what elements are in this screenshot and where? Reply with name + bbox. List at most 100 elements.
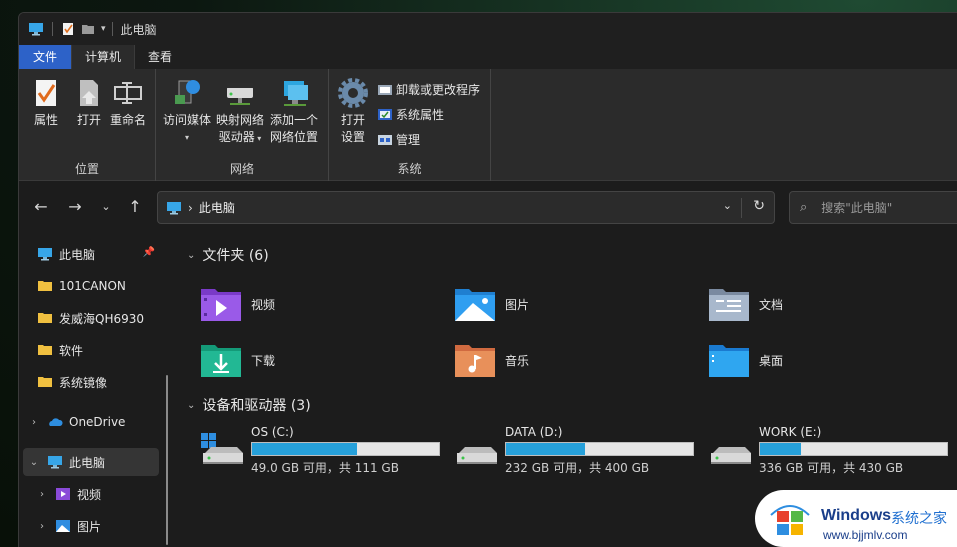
open-settings-button[interactable]: 打开 设置 [337, 77, 369, 146]
new-folder-quick-icon[interactable] [81, 22, 95, 36]
expand-chevron-icon[interactable]: › [35, 521, 49, 532]
folder-desktop[interactable]: 桌面 [707, 341, 783, 379]
sidebar-item-101canon[interactable]: 101CANON [37, 272, 159, 300]
windows-logo-icon [770, 505, 810, 535]
ribbon: 属性 打开 重命名 位置 访问媒体 ▾ 映射网络 驱动器 ▾ 添加一个 网络位置… [19, 69, 957, 181]
ribbon-group-label: 网络 [229, 162, 254, 176]
recent-locations-chevron-icon[interactable]: ⌄ [96, 197, 116, 217]
drive-c[interactable]: OS (C:) 49.0 GB 可用，共 111 GB [201, 425, 446, 475]
drive-free-space: 336 GB 可用，共 430 GB [759, 461, 904, 475]
music-folder-icon [455, 345, 495, 377]
navigation-pane: 此电脑 📌 101CANON 发威海QH6930 软件 系统镜像 › OneDr… [19, 233, 169, 547]
drive-usage-fill [252, 443, 357, 455]
ribbon-group-system: 打开 设置 卸载或更改程序 系统属性 管理 系统 [329, 69, 491, 181]
folder-music[interactable]: 音乐 [453, 341, 529, 379]
rename-button[interactable]: 重命名 [110, 77, 146, 129]
search-input[interactable] [821, 200, 942, 215]
breadcrumb-this-pc[interactable]: 此电脑 [199, 199, 235, 216]
expand-chevron-icon[interactable]: › [35, 489, 49, 500]
window-title: 此电脑 [120, 22, 157, 37]
sidebar-scrollbar[interactable] [166, 375, 168, 545]
sidebar-item-this-pc[interactable]: ⌄ 此电脑 [23, 448, 159, 476]
tab-computer[interactable]: 计算机 [71, 45, 136, 69]
file-explorer-window: ▾ 此电脑 文件 计算机 查看 属性 打开 重命名 位置 访问媒体 ▾ 映射网络… [18, 12, 957, 547]
network-location-icon [284, 81, 308, 106]
folder-icon [38, 345, 52, 355]
ribbon-group-label: 系统 [397, 162, 422, 176]
collapse-chevron-icon[interactable]: ⌄ [187, 400, 195, 411]
manage-button[interactable]: 管理 [377, 131, 420, 148]
sidebar-item-folder[interactable]: 发威海QH6930 [37, 304, 159, 332]
drive-usage-bar [251, 442, 440, 456]
dropdown-caret-icon: ▾ [254, 134, 262, 143]
rename-icon [114, 82, 142, 104]
ribbon-group-location: 属性 打开 重命名 位置 [19, 69, 156, 181]
drive-name: OS (C:) [251, 425, 294, 439]
folders-section-header[interactable]: ⌄ 文件夹 (6) [187, 245, 269, 265]
forward-arrow-icon[interactable]: → [65, 197, 85, 217]
sidebar-item-videos[interactable]: › 视频 [35, 480, 159, 508]
drive-free-space: 49.0 GB 可用，共 111 GB [251, 461, 399, 475]
properties-quick-icon[interactable] [61, 22, 75, 36]
customize-quick-access-icon[interactable]: ▾ [101, 24, 106, 34]
open-button[interactable]: 打开 [73, 77, 105, 129]
watermark-site: 系统之家 [891, 511, 947, 527]
tab-file[interactable]: 文件 [19, 45, 72, 69]
folder-downloads[interactable]: 下载 [199, 341, 275, 379]
search-box[interactable]: ⌕ [789, 191, 957, 224]
folder-icon [38, 377, 52, 387]
title-divider [52, 22, 53, 36]
navigation-bar: ← → ⌄ ↑ › 此电脑 ⌄ ↻ ⌕ [19, 181, 957, 233]
folder-videos[interactable]: 视频 [199, 285, 275, 323]
collapse-chevron-icon[interactable]: ⌄ [27, 457, 41, 468]
address-bar[interactable]: › 此电脑 ⌄ ↻ [157, 191, 775, 224]
address-dropdown-icon[interactable]: ⌄ [723, 199, 732, 212]
expand-chevron-icon[interactable]: › [27, 417, 41, 428]
downloads-folder-icon [201, 345, 241, 377]
hard-drive-icon [711, 447, 751, 464]
ribbon-group-label: 位置 [74, 162, 99, 176]
desktop-folder-icon [709, 345, 749, 377]
system-properties-button[interactable]: 系统属性 [377, 106, 444, 123]
drives-section-header[interactable]: ⌄ 设备和驱动器 (3) [187, 395, 311, 415]
video-folder-icon [56, 488, 70, 500]
media-server-icon [175, 80, 200, 104]
access-media-button[interactable]: 访问媒体 ▾ [163, 77, 211, 146]
folder-pictures[interactable]: 图片 [453, 285, 529, 323]
folder-icon [38, 281, 52, 291]
this-pc-icon [29, 23, 43, 36]
collapse-chevron-icon[interactable]: ⌄ [187, 250, 195, 261]
sidebar-item-system-images[interactable]: 系统镜像 [37, 368, 159, 396]
add-network-location-button[interactable]: 添加一个 网络位置 [270, 77, 318, 146]
uninstall-programs-button[interactable]: 卸载或更改程序 [377, 81, 480, 98]
sidebar-item-onedrive[interactable]: › OneDrive [27, 408, 159, 436]
watermark-brand: Windows [821, 507, 892, 524]
folder-documents[interactable]: 文档 [707, 285, 783, 323]
watermark-url: www.bjjmlv.com [823, 528, 908, 542]
tab-view[interactable]: 查看 [135, 45, 185, 69]
title-bar: ▾ 此电脑 [19, 13, 957, 45]
dropdown-caret-icon: ▾ [185, 133, 190, 142]
drive-usage-bar [759, 442, 948, 456]
back-arrow-icon[interactable]: ← [31, 197, 51, 217]
drive-usage-fill [760, 443, 802, 455]
sidebar-item-software[interactable]: 软件 [37, 336, 159, 364]
drive-usage-fill [506, 443, 585, 455]
watermark: Windows 系统之家 www.bjjmlv.com [755, 490, 957, 547]
system-properties-icon [378, 108, 392, 120]
computer-management-icon [378, 134, 392, 145]
drive-d[interactable]: DATA (D:) 232 GB 可用，共 400 GB [455, 425, 700, 475]
drive-usage-bar [505, 442, 694, 456]
map-network-drive-button[interactable]: 映射网络 驱动器 ▾ [216, 77, 264, 147]
drive-e[interactable]: WORK (E:) 336 GB 可用，共 430 GB [709, 425, 954, 475]
properties-icon [36, 80, 56, 106]
sidebar-item-pictures[interactable]: › 图片 [35, 512, 159, 540]
sidebar-item-this-pc-pinned[interactable]: 此电脑 📌 [37, 240, 159, 268]
refresh-icon[interactable]: ↻ [753, 198, 765, 214]
breadcrumb-chevron-icon[interactable]: › [188, 201, 193, 215]
folder-icon [38, 313, 52, 323]
up-arrow-icon[interactable]: ↑ [125, 197, 145, 217]
pictures-folder-icon [455, 289, 495, 321]
properties-button[interactable]: 属性 [30, 77, 62, 129]
title-divider [111, 22, 113, 36]
